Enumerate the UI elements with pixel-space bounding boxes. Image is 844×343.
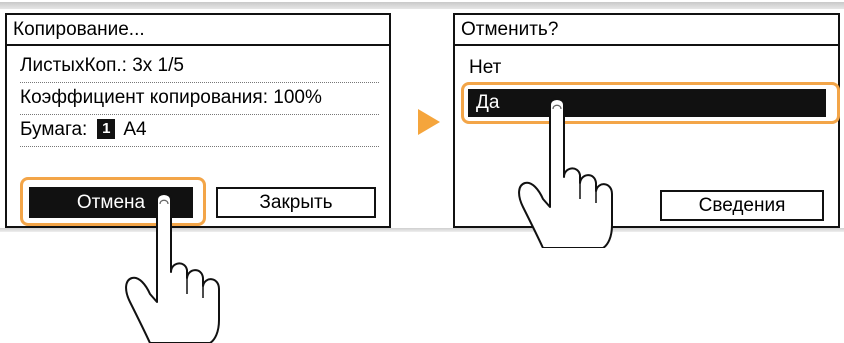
paper-row: Бумага: 1 A4 xyxy=(20,114,379,147)
sheets-copies-label: ЛистыхКоп.: 3х 1/5 xyxy=(20,55,184,76)
close-button[interactable]: Закрыть xyxy=(216,187,376,218)
sheets-copies-row: ЛистыхКоп.: 3х 1/5 xyxy=(20,50,379,83)
copying-title: Копирование... xyxy=(7,15,389,46)
copy-ratio-row: Коэффициент копирования: 100% xyxy=(20,82,379,115)
option-no[interactable]: Нет xyxy=(469,52,826,84)
paper-source-badge: 1 xyxy=(97,119,116,139)
pointing-hand-icon xyxy=(518,98,613,248)
cancel-confirm-title: Отменить? xyxy=(455,15,838,46)
paper-size-value: A4 xyxy=(123,119,147,140)
next-arrow-icon xyxy=(418,109,440,135)
pointing-hand-icon xyxy=(125,193,220,343)
details-button[interactable]: Сведения xyxy=(660,190,824,221)
paper-label: Бумага: xyxy=(20,119,88,140)
copy-ratio-label: Коэффициент копирования: 100% xyxy=(20,87,322,108)
top-divider xyxy=(0,2,844,9)
